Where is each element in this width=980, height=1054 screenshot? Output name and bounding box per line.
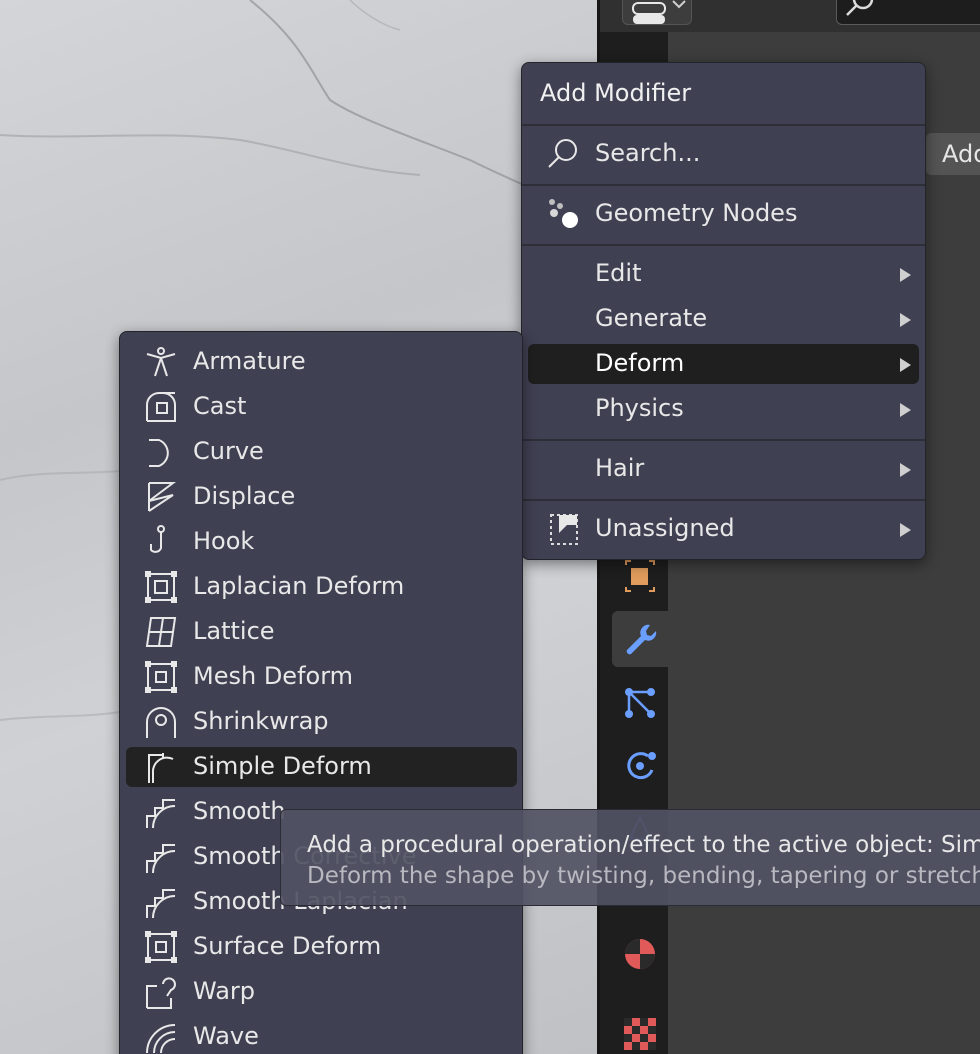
deform-item-label: Armature <box>193 347 306 375</box>
armature-icon <box>146 347 176 377</box>
deform-item-label: Mesh Deform <box>193 662 354 690</box>
geometry-nodes-icon <box>549 199 578 228</box>
deform-item-hook[interactable]: Hook <box>126 522 517 562</box>
deform-item-label: Shrinkwrap <box>193 707 329 735</box>
smooth-corrective-icon <box>146 844 176 874</box>
deform-item-simple-deform[interactable]: Simple Deform <box>126 747 517 787</box>
particles-tab[interactable] <box>612 675 668 731</box>
search-icon <box>846 0 874 16</box>
hook-icon <box>150 525 165 553</box>
wrench-icon <box>626 624 657 655</box>
mesh-deform-icon <box>145 661 177 693</box>
deform-item-displace[interactable]: Displace <box>126 477 517 517</box>
deform-item-label: Warp <box>193 977 256 1005</box>
physics-tab[interactable] <box>612 738 668 794</box>
search-icon <box>548 139 577 168</box>
menu-item-hair[interactable]: Hair <box>528 449 919 489</box>
simple-deform-icon <box>148 753 174 783</box>
menu-item-physics[interactable]: Physics <box>528 389 919 429</box>
deform-item-label: Smooth <box>193 797 286 825</box>
physics-icon <box>627 752 656 780</box>
submenu-arrow-icon <box>900 403 911 417</box>
material-tab[interactable] <box>612 926 668 982</box>
displace-icon <box>148 482 176 512</box>
checker-texture-icon <box>624 1018 656 1050</box>
deform-item-mesh-deform[interactable]: Mesh Deform <box>126 657 517 697</box>
deform-item-label: Hook <box>193 527 255 555</box>
submenu-arrow-icon <box>900 523 911 537</box>
menu-item-unassigned[interactable]: Unassigned <box>528 509 919 549</box>
particles-icon <box>625 688 655 718</box>
search-label: Search... <box>595 139 701 167</box>
smooth-laplacian-icon <box>146 889 176 919</box>
deform-item-armature[interactable]: Armature <box>126 342 517 382</box>
tooltip: Add a procedural operation/effect to the… <box>280 809 980 906</box>
submenu-arrow-icon <box>900 358 911 372</box>
shrinkwrap-icon <box>146 707 176 738</box>
menu-item-label: Unassigned <box>595 514 735 542</box>
object-icon <box>625 560 655 592</box>
tooltip-line-1: Add a procedural operation/effect to the… <box>307 832 980 858</box>
deform-item-curve[interactable]: Curve <box>126 432 517 472</box>
add-modifier-menu: Add Modifier Search... Geometry Nodes Ed… <box>521 62 926 560</box>
modifier-tab[interactable] <box>612 611 668 667</box>
deform-item-label: Surface Deform <box>193 932 382 960</box>
submenu-arrow-icon <box>900 313 911 327</box>
menu-item-label: Generate <box>595 304 708 332</box>
menu-item-label: Edit <box>595 259 642 287</box>
curve-icon <box>149 439 169 467</box>
unassigned-icon <box>550 514 578 545</box>
menu-separator <box>522 184 925 186</box>
menu-item-edit[interactable]: Edit <box>528 254 919 294</box>
deform-item-wave[interactable]: Wave <box>126 1017 517 1054</box>
search-menu-item[interactable]: Search... <box>528 134 919 174</box>
deform-item-label: Cast <box>193 392 247 420</box>
menu-separator <box>522 124 925 126</box>
menu-item-deform[interactable]: Deform <box>528 344 919 384</box>
deform-item-shrinkwrap[interactable]: Shrinkwrap <box>126 702 517 742</box>
menu-item-label: Deform <box>595 349 685 377</box>
lattice-icon <box>145 617 177 647</box>
menu-separator <box>522 499 925 501</box>
deform-item-label: Simple Deform <box>193 752 372 780</box>
menu-separator <box>522 439 925 441</box>
smooth-icon <box>146 799 176 829</box>
deform-submenu: Armature Cast Curve Displace Hook Laplac… <box>119 331 523 1054</box>
menu-item-label: Physics <box>595 394 684 422</box>
deform-item-laplacian-deform[interactable]: Laplacian Deform <box>126 567 517 607</box>
submenu-arrow-icon <box>900 268 911 282</box>
menu-item-label: Hair <box>595 454 645 482</box>
tooltip-line-2: Deform the shape by twisting, bending, t… <box>307 863 980 889</box>
deform-item-label: Laplacian Deform <box>193 572 405 600</box>
deform-item-cast[interactable]: Cast <box>126 387 517 427</box>
deform-item-label: Displace <box>193 482 296 510</box>
properties-search-field[interactable] <box>836 0 980 25</box>
warp-icon <box>146 977 176 1009</box>
deform-item-surface-deform[interactable]: Surface Deform <box>126 927 517 967</box>
menu-separator <box>522 244 925 246</box>
menu-item-generate[interactable]: Generate <box>528 299 919 339</box>
add-modifier-button[interactable]: Add <box>926 133 980 175</box>
editor-type-button[interactable] <box>622 0 692 25</box>
submenu-arrow-icon <box>900 463 911 477</box>
material-icon <box>625 939 655 969</box>
deform-item-label: Wave <box>193 1022 259 1050</box>
deform-item-lattice[interactable]: Lattice <box>126 612 517 652</box>
deform-item-warp[interactable]: Warp <box>126 972 517 1012</box>
wave-icon <box>146 1024 176 1054</box>
geometry-nodes-label: Geometry Nodes <box>595 199 798 227</box>
deform-item-label: Curve <box>193 437 264 465</box>
laplacian-deform-icon <box>145 571 177 603</box>
texture-tab[interactable] <box>612 1006 668 1054</box>
editor-type-icon <box>632 0 686 24</box>
deform-item-label: Lattice <box>193 617 275 645</box>
surface-deform-icon <box>145 931 177 963</box>
menu-title: Add Modifier <box>540 79 692 107</box>
geometry-nodes-menu-item[interactable]: Geometry Nodes <box>528 194 919 234</box>
cast-icon <box>146 392 176 422</box>
